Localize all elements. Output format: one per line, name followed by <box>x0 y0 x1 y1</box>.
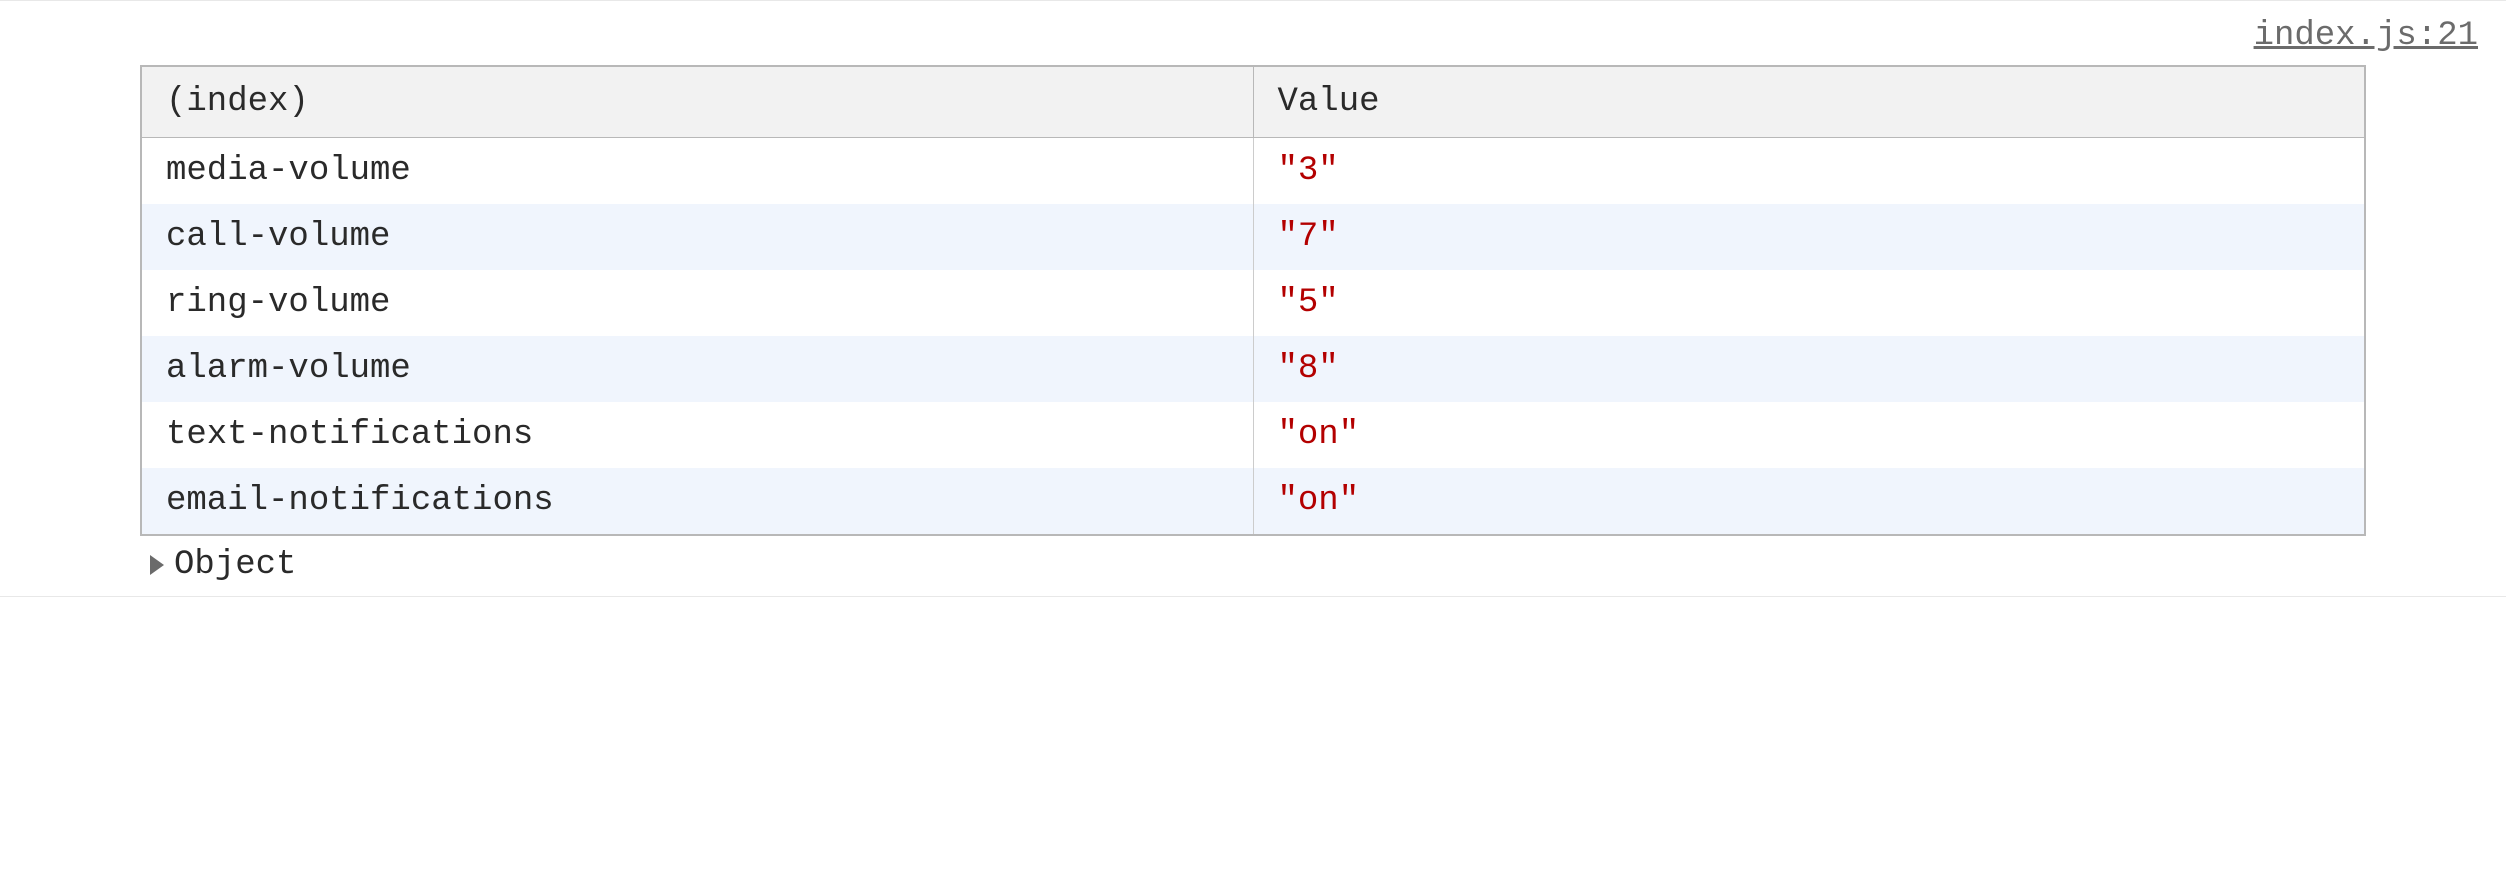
cell-value: "on" <box>1253 402 2365 468</box>
cell-index: media-volume <box>141 138 1253 205</box>
cell-index: text-notifications <box>141 402 1253 468</box>
cell-index: email-notifications <box>141 468 1253 535</box>
object-label: Object <box>174 546 296 584</box>
cell-value: "8" <box>1253 336 2365 402</box>
header-index[interactable]: (index) <box>141 66 1253 138</box>
cell-value: "5" <box>1253 270 2365 336</box>
cell-index: call-volume <box>141 204 1253 270</box>
disclosure-triangle-icon <box>150 555 164 575</box>
cell-value: "7" <box>1253 204 2365 270</box>
data-table: (index) Value media-volume "3" call-volu… <box>140 65 2366 536</box>
console-log-entry: index.js:21 (index) Value media-volume "… <box>0 0 2506 597</box>
table-row[interactable]: alarm-volume "8" <box>141 336 2365 402</box>
table-row[interactable]: call-volume "7" <box>141 204 2365 270</box>
cell-index: ring-volume <box>141 270 1253 336</box>
cell-value: "3" <box>1253 138 2365 205</box>
object-expand-row[interactable]: Object <box>150 546 2506 584</box>
cell-value: "on" <box>1253 468 2365 535</box>
console-table: (index) Value media-volume "3" call-volu… <box>140 65 2366 536</box>
header-value[interactable]: Value <box>1253 66 2365 138</box>
table-row[interactable]: ring-volume "5" <box>141 270 2365 336</box>
table-row[interactable]: media-volume "3" <box>141 138 2365 205</box>
source-file-link[interactable]: index.js:21 <box>2254 17 2478 55</box>
table-row[interactable]: email-notifications "on" <box>141 468 2365 535</box>
table-row[interactable]: text-notifications "on" <box>141 402 2365 468</box>
cell-index: alarm-volume <box>141 336 1253 402</box>
